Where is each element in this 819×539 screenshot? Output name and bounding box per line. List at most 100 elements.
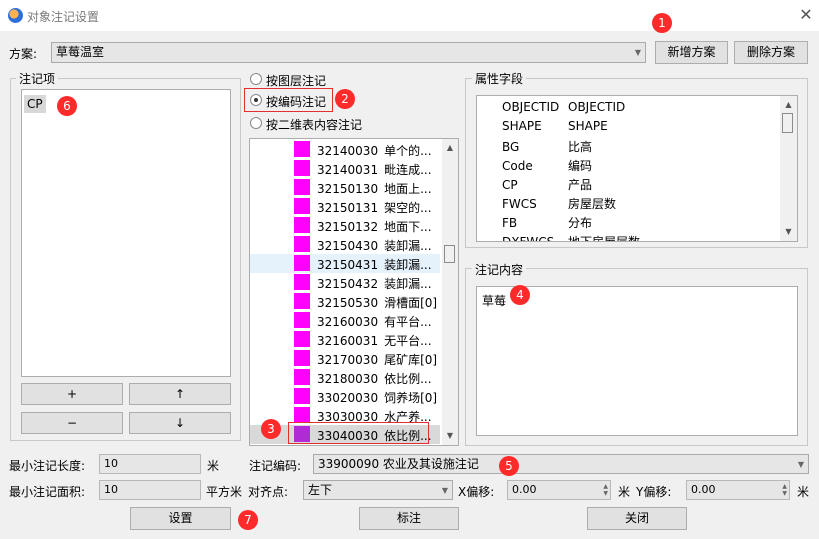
field-list-item[interactable]: CP 产品: [502, 176, 592, 193]
field-list-item[interactable]: FB 分布: [502, 214, 592, 231]
code-list-item[interactable]: 32160031 无平台...: [250, 330, 440, 349]
marker-badge: 7: [238, 510, 258, 530]
delete-scheme-button[interactable]: 删除方案: [734, 41, 808, 64]
color-swatch: [294, 407, 310, 423]
remove-item-button[interactable]: −: [21, 412, 123, 434]
code-list[interactable]: 32140030 单个的... 32140031 毗连成... 32150130 地面上.…: [249, 138, 459, 446]
field-alias: 产品: [568, 178, 593, 192]
move-up-button[interactable]: ↑: [129, 383, 231, 405]
x-offset-unit: 米: [618, 485, 631, 499]
code-list-item-label: 32180030 依比例...: [317, 370, 432, 387]
field-name: DXFWCS: [502, 235, 555, 242]
x-offset-spinbox[interactable]: 0.00 ▲ ▼: [507, 480, 611, 500]
field-list-item[interactable]: SHAPE SHAPE: [502, 119, 608, 133]
spin-arrows-icon[interactable]: ▲ ▼: [603, 483, 608, 497]
field-list-item[interactable]: BG 比高: [502, 138, 592, 155]
radio-by-table[interactable]: 按二维表内容注记: [250, 116, 390, 132]
y-offset-unit: 米: [797, 485, 810, 499]
field-list-item[interactable]: OBJECTID OBJECTID: [502, 100, 625, 114]
code-name: 装卸漏...: [384, 277, 432, 291]
color-swatch: [294, 236, 310, 252]
code-list-item-label: 32150530 滑槽面[0]: [317, 294, 437, 311]
code-name: 地面下...: [384, 220, 432, 234]
field-alias: 比高: [568, 140, 593, 154]
spin-arrows-icon[interactable]: ▲ ▼: [782, 483, 787, 497]
code-value: 32160030: [317, 315, 379, 329]
code-list-item[interactable]: 32160030 有平台...: [250, 311, 440, 330]
code-name: 单个的...: [384, 144, 432, 158]
annotation-items-list[interactable]: CP: [21, 89, 231, 377]
code-name: 饲养场[0]: [384, 391, 438, 405]
code-list-item[interactable]: 32150131 架空的...: [250, 197, 440, 216]
code-list-item[interactable]: 32180030 依比例...: [250, 368, 440, 387]
annotate-button[interactable]: 标注: [359, 507, 459, 530]
code-list-item[interactable]: 33020030 饲养场[0]: [250, 387, 440, 406]
code-list-item[interactable]: 32150130 地面上...: [250, 178, 440, 197]
code-list-item-label: 32150431 装卸漏...: [317, 256, 432, 273]
code-value: 32180030: [317, 372, 379, 386]
code-list-item[interactable]: 32150132 地面下...: [250, 216, 440, 235]
code-list-item-label: 32170030 尾矿库[0]: [317, 351, 437, 368]
code-name: 滑槽面[0]: [384, 296, 438, 310]
code-list-item[interactable]: 32140031 毗连成...: [250, 159, 440, 178]
code-name: 无平台...: [384, 334, 432, 348]
min-length-unit: 米: [207, 459, 220, 473]
code-select[interactable]: 33900090 农业及其设施注记 ▼: [313, 454, 809, 474]
radio-label: 按图层注记: [266, 74, 327, 88]
add-item-button[interactable]: +: [21, 383, 123, 405]
code-name: 依比例...: [384, 372, 432, 386]
code-value: 32170030: [317, 353, 379, 367]
scroll-thumb[interactable]: [782, 113, 793, 133]
scroll-up-icon[interactable]: ▲: [442, 143, 458, 152]
annotation-content-input[interactable]: 草莓: [476, 286, 798, 436]
field-list-item[interactable]: FWCS 房屋层数: [502, 195, 616, 212]
y-offset-label: Y偏移:: [636, 485, 672, 499]
code-list-item[interactable]: 32150530 滑槽面[0]: [250, 292, 440, 311]
scroll-down-icon[interactable]: ▼: [442, 431, 458, 440]
marker-badge: 2: [335, 89, 355, 109]
color-swatch: [294, 274, 310, 290]
code-list-item-label: 32150430 装卸漏...: [317, 237, 432, 254]
annotation-content-text: 草莓: [482, 294, 507, 308]
chevron-down-icon: ▼: [797, 460, 804, 469]
attribute-fields-list[interactable]: OBJECTID OBJECTID SHAPE SHAPE BG 比高 Code 编码 CP 产品…: [476, 95, 798, 242]
marker-badge: 3: [261, 419, 281, 439]
align-select-value: 左下: [308, 483, 333, 497]
code-value: 32150132: [317, 220, 379, 234]
scheme-select[interactable]: 草莓温室 ▼: [51, 42, 646, 63]
radio-label: 按二维表内容注记: [266, 118, 363, 132]
scroll-up-icon[interactable]: ▲: [780, 100, 797, 109]
field-list-item[interactable]: DXFWCS 地下房屋层数: [502, 233, 640, 242]
align-select[interactable]: 左下 ▼: [303, 480, 453, 500]
code-list-item[interactable]: 32150431 装卸漏...: [250, 254, 440, 273]
code-list-item-label: 32150131 架空的...: [317, 199, 432, 216]
list-item[interactable]: CP: [24, 95, 46, 113]
field-list-item[interactable]: Code 编码: [502, 157, 592, 174]
code-list-item[interactable]: 32170030 尾矿库[0]: [250, 349, 440, 368]
code-list-scrollbar[interactable]: ▲ ▼: [442, 139, 458, 445]
color-swatch: [294, 331, 310, 347]
code-value: 32150432: [317, 277, 379, 291]
code-list-item[interactable]: 32150430 装卸漏...: [250, 235, 440, 254]
fields-scrollbar[interactable]: ▲ ▼: [780, 96, 797, 241]
code-value: 32150130: [317, 182, 379, 196]
close-icon[interactable]: ✕: [796, 5, 816, 25]
code-value: 32140031: [317, 163, 379, 177]
code-list-item[interactable]: 32140030 单个的...: [250, 140, 440, 159]
y-offset-spinbox[interactable]: 0.00 ▲ ▼: [686, 480, 790, 500]
min-length-field[interactable]: 10: [99, 454, 201, 474]
scroll-down-icon[interactable]: ▼: [780, 227, 797, 236]
code-list-item[interactable]: 32150432 装卸漏...: [250, 273, 440, 292]
set-button[interactable]: 设置: [130, 507, 231, 530]
marker-badge: 1: [652, 13, 672, 33]
scroll-thumb[interactable]: [444, 245, 455, 263]
add-scheme-button[interactable]: 新增方案: [655, 41, 728, 64]
min-area-field[interactable]: 10: [99, 480, 201, 500]
highlight-box: [288, 422, 429, 444]
radio-by-layer[interactable]: 按图层注记: [250, 72, 370, 88]
field-alias: OBJECTID: [568, 100, 626, 114]
min-area-label: 最小注记面积:: [9, 485, 86, 499]
color-swatch: [294, 160, 310, 176]
close-button[interactable]: 关闭: [587, 507, 687, 530]
move-down-button[interactable]: ↓: [129, 412, 231, 434]
